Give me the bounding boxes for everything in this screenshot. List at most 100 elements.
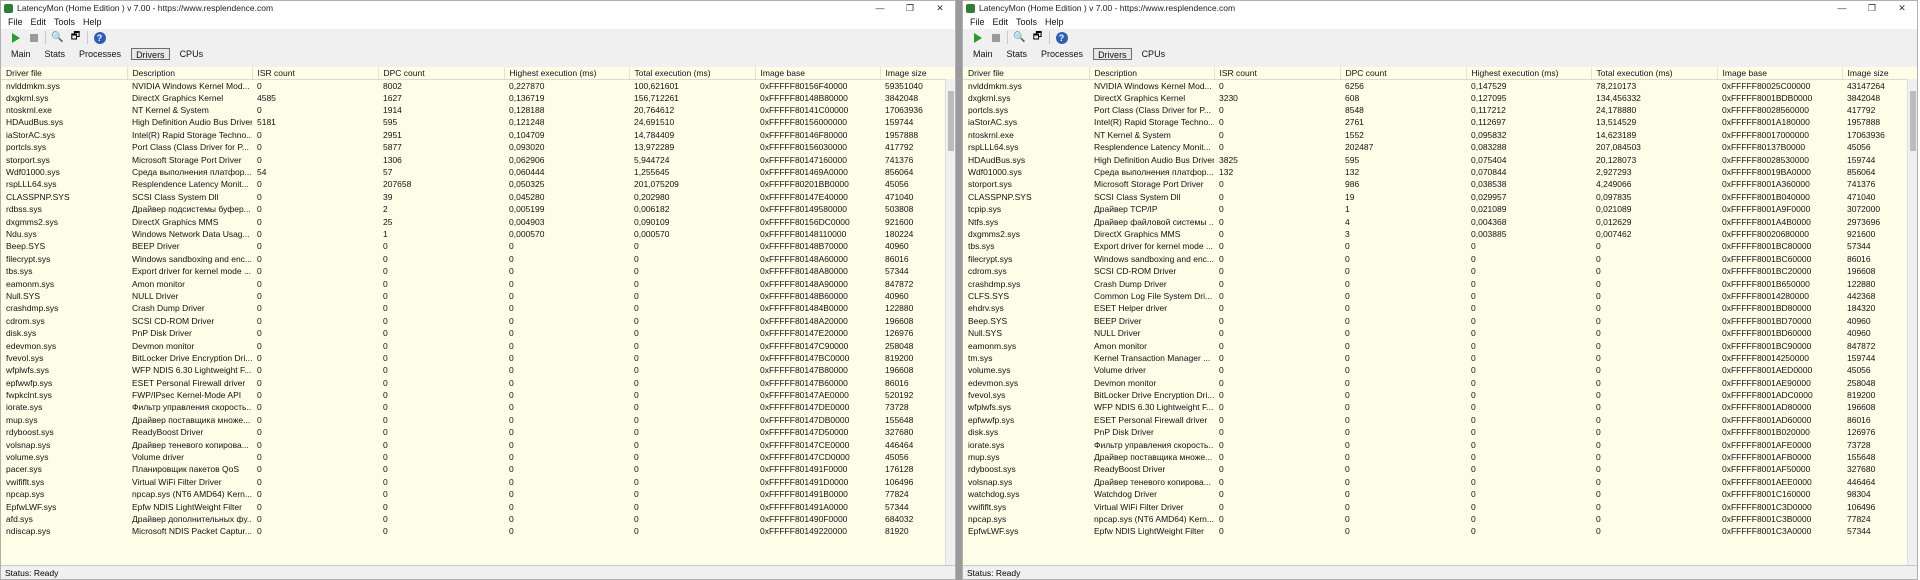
- table-row[interactable]: rdyboost.sys ReadyBoost Driver 0 0 0 0 0xFFFFF…: [963, 463, 1917, 475]
- table-row[interactable]: CLASSPNP.SYS SCSI Class System Dll 0 19 0,02…: [963, 191, 1917, 203]
- windows-button[interactable]: 🗗: [1030, 30, 1045, 45]
- scrollbar-thumb[interactable]: [948, 91, 954, 151]
- table-row[interactable]: wfplwfs.sys WFP NDIS 6.30 Lightweight F..…: [1, 364, 955, 376]
- stop-button[interactable]: [988, 30, 1003, 45]
- table-row[interactable]: Beep.SYS BEEP Driver 0 0 0 0 0xFFFFF8001BD7000…: [963, 315, 1917, 327]
- stop-button[interactable]: [26, 30, 41, 45]
- table-row[interactable]: mup.sys Драйвер поставщика множе... 0 0 0 0 0x…: [1, 414, 955, 426]
- table-row[interactable]: ndiscap.sys Microsoft NDIS Packet Captur.…: [1, 525, 955, 537]
- table-row[interactable]: dxgkrnl.sys DirectX Graphics Kernel 3230 60…: [963, 92, 1917, 104]
- tab-drivers[interactable]: Drivers: [1093, 48, 1132, 60]
- tab-processes[interactable]: Processes: [1037, 48, 1087, 60]
- table-row[interactable]: EpfwLWF.sys Epfw NDIS LightWeight Filter 0…: [1, 500, 955, 512]
- table-row[interactable]: fvevol.sys BitLocker Drive Encryption Dri…: [1, 352, 955, 364]
- table-row[interactable]: storport.sys Microsoft Storage Port Drive…: [1, 153, 955, 165]
- menu-help[interactable]: Help: [83, 17, 102, 27]
- table-row[interactable]: HDAudBus.sys High Definition Audio Bus Dr…: [1, 116, 955, 128]
- column-header[interactable]: Image base: [1717, 67, 1843, 80]
- find-button[interactable]: 🔍: [1012, 30, 1027, 45]
- column-header[interactable]: DPC count: [1340, 67, 1467, 80]
- table-row[interactable]: filecrypt.sys Windows sandboxing and enc.…: [963, 253, 1917, 265]
- table-row[interactable]: portcls.sys Port Class (Class Driver for …: [1, 141, 955, 153]
- column-header[interactable]: Highest execution (ms): [1466, 67, 1592, 80]
- help-button[interactable]: ?: [92, 30, 107, 45]
- table-row[interactable]: rdyboost.sys ReadyBoost Driver 0 0 0 0 0xFFFFF…: [1, 426, 955, 438]
- table-row[interactable]: Wdf01000.sys Среда выполнения платфор... 5…: [1, 166, 955, 178]
- table-row[interactable]: epfwwfp.sys ESET Personal Firewall driver…: [1, 376, 955, 388]
- table-row[interactable]: eamonm.sys Amon monitor 0 0 0 0 0xFFFFF80148A9…: [1, 277, 955, 289]
- table-row[interactable]: disk.sys PnP Disk Driver 0 0 0 0 0xFFFFF8001B0…: [963, 426, 1917, 438]
- start-button[interactable]: [970, 30, 985, 45]
- table-row[interactable]: tcpip.sys Драйвер TCP/IP 0 1 0,021089 0,02108…: [963, 203, 1917, 215]
- table-row[interactable]: edevmon.sys Devmon monitor 0 0 0 0 0xFFFFF8001…: [963, 376, 1917, 388]
- tab-main[interactable]: Main: [969, 48, 997, 60]
- table-row[interactable]: fwpkclnt.sys FWP/IPsec Kernel-Mode API 0 0 0…: [1, 389, 955, 401]
- table-row[interactable]: storport.sys Microsoft Storage Port Drive…: [963, 178, 1917, 190]
- table-row[interactable]: CLASSPNP.SYS SCSI Class System Dll 0 39 0,04…: [1, 191, 955, 203]
- column-header[interactable]: Image size: [1842, 67, 1917, 80]
- column-header[interactable]: Total execution (ms): [629, 67, 756, 80]
- column-header[interactable]: Image base: [755, 67, 881, 80]
- table-row[interactable]: volsnap.sys Драйвер теневого копирова... 0…: [963, 476, 1917, 488]
- table-row[interactable]: iorate.sys Фильтр управления скорость... 0…: [1, 401, 955, 413]
- table-row[interactable]: rspLLL64.sys Resplendence Latency Monit..…: [1, 178, 955, 190]
- table-row[interactable]: vwififlt.sys Virtual WiFi Filter Driver 0 0…: [1, 476, 955, 488]
- table-row[interactable]: pacer.sys Планировщик пакетов QoS 0 0 0 0 0xFF…: [1, 463, 955, 475]
- windows-button[interactable]: 🗗: [68, 30, 83, 45]
- column-header[interactable]: ISR count: [1214, 67, 1341, 80]
- vertical-scrollbar[interactable]: [1907, 79, 1917, 565]
- table-row[interactable]: CLFS.SYS Common Log File System Dri... 0 0 0…: [963, 290, 1917, 302]
- tab-stats[interactable]: Stats: [1003, 48, 1032, 60]
- menu-file[interactable]: File: [970, 17, 985, 27]
- table-row[interactable]: crashdmp.sys Crash Dump Driver 0 0 0 0 0xFFFFF…: [1, 302, 955, 314]
- menu-tools[interactable]: Tools: [1016, 17, 1037, 27]
- maximize-icon[interactable]: ❐: [895, 1, 925, 15]
- help-button[interactable]: ?: [1054, 30, 1069, 45]
- column-header[interactable]: Driver file: [1, 67, 128, 80]
- column-header[interactable]: Total execution (ms): [1591, 67, 1718, 80]
- menu-file[interactable]: File: [8, 17, 23, 27]
- close-icon[interactable]: ✕: [1887, 1, 1917, 15]
- table-row[interactable]: volume.sys Volume driver 0 0 0 0 0xFFFFF80147C…: [1, 451, 955, 463]
- table-row[interactable]: cdrom.sys SCSI CD-ROM Driver 0 0 0 0 0xFFFFF80…: [1, 315, 955, 327]
- table-row[interactable]: Null.SYS NULL Driver 0 0 0 0 0xFFFFF80148B6000…: [1, 290, 955, 302]
- title-bar[interactable]: LatencyMon (Home Edition ) v 7.00 - http…: [963, 1, 1917, 15]
- table-row[interactable]: Wdf01000.sys Среда выполнения платфор... 1…: [963, 166, 1917, 178]
- table-row[interactable]: dxgmms2.sys DirectX Graphics MMS 0 25 0,0049…: [1, 215, 955, 227]
- column-header[interactable]: Driver file: [963, 67, 1090, 80]
- vertical-scrollbar[interactable]: [945, 79, 955, 565]
- column-header[interactable]: DPC count: [378, 67, 505, 80]
- tab-drivers[interactable]: Drivers: [131, 48, 170, 60]
- table-row[interactable]: EpfwLWF.sys Epfw NDIS LightWeight Filter 0…: [963, 525, 1917, 537]
- table-row[interactable]: Beep.SYS BEEP Driver 0 0 0 0 0xFFFFF80148B7000…: [1, 240, 955, 252]
- table-row[interactable]: cdrom.sys SCSI CD-ROM Driver 0 0 0 0 0xFFFFF80…: [963, 265, 1917, 277]
- find-button[interactable]: 🔍: [50, 30, 65, 45]
- table-row[interactable]: ntoskrnl.exe NT Kernel & System 0 1552 0,095…: [963, 129, 1917, 141]
- table-row[interactable]: tbs.sys Export driver for kernel mode ...…: [963, 240, 1917, 252]
- table-row[interactable]: ehdrv.sys ESET Helper driver 0 0 0 0 0xFFFFF80…: [963, 302, 1917, 314]
- table-row[interactable]: dxgkrnl.sys DirectX Graphics Kernel 4585 16…: [1, 92, 955, 104]
- table-row[interactable]: vwififlt.sys Virtual WiFi Filter Driver 0 0…: [963, 500, 1917, 512]
- table-row[interactable]: volume.sys Volume driver 0 0 0 0 0xFFFFF8001AE…: [963, 364, 1917, 376]
- column-header[interactable]: Highest execution (ms): [504, 67, 630, 80]
- menu-help[interactable]: Help: [1045, 17, 1064, 27]
- table-row[interactable]: eamonm.sys Amon monitor 0 0 0 0 0xFFFFF8001BC9…: [963, 339, 1917, 351]
- table-row[interactable]: volsnap.sys Драйвер теневого копирова... 0…: [1, 438, 955, 450]
- table-row[interactable]: edevmon.sys Devmon monitor 0 0 0 0 0xFFFFF8014…: [1, 339, 955, 351]
- tab-main[interactable]: Main: [7, 48, 35, 60]
- tab-cpus[interactable]: CPUs: [1138, 48, 1170, 60]
- table-row[interactable]: tm.sys Kernel Transaction Manager ... 0 0 0 0…: [963, 352, 1917, 364]
- table-row[interactable]: epfwwfp.sys ESET Personal Firewall driver…: [963, 414, 1917, 426]
- minimize-icon[interactable]: —: [1827, 1, 1857, 15]
- table-row[interactable]: mup.sys Драйвер поставщика множе... 0 0 0 0 0x…: [963, 451, 1917, 463]
- tab-processes[interactable]: Processes: [75, 48, 125, 60]
- table-row[interactable]: Null.SYS NULL Driver 0 0 0 0 0xFFFFF8001BD6000…: [963, 327, 1917, 339]
- table-row[interactable]: rdbss.sys Драйвер подсистемы буфер... 0 2 0,…: [1, 203, 955, 215]
- column-header[interactable]: Description: [127, 67, 253, 80]
- start-button[interactable]: [8, 30, 23, 45]
- table-row[interactable]: afd.sys Драйвер дополнительных фу... 0 0 0 0 0…: [1, 513, 955, 525]
- maximize-icon[interactable]: ❐: [1857, 1, 1887, 15]
- table-row[interactable]: crashdmp.sys Crash Dump Driver 0 0 0 0 0xFFFFF…: [963, 277, 1917, 289]
- table-row[interactable]: fvevol.sys BitLocker Drive Encryption Dri…: [963, 389, 1917, 401]
- table-row[interactable]: watchdog.sys Watchdog Driver 0 0 0 0 0xFFFFF80…: [963, 488, 1917, 500]
